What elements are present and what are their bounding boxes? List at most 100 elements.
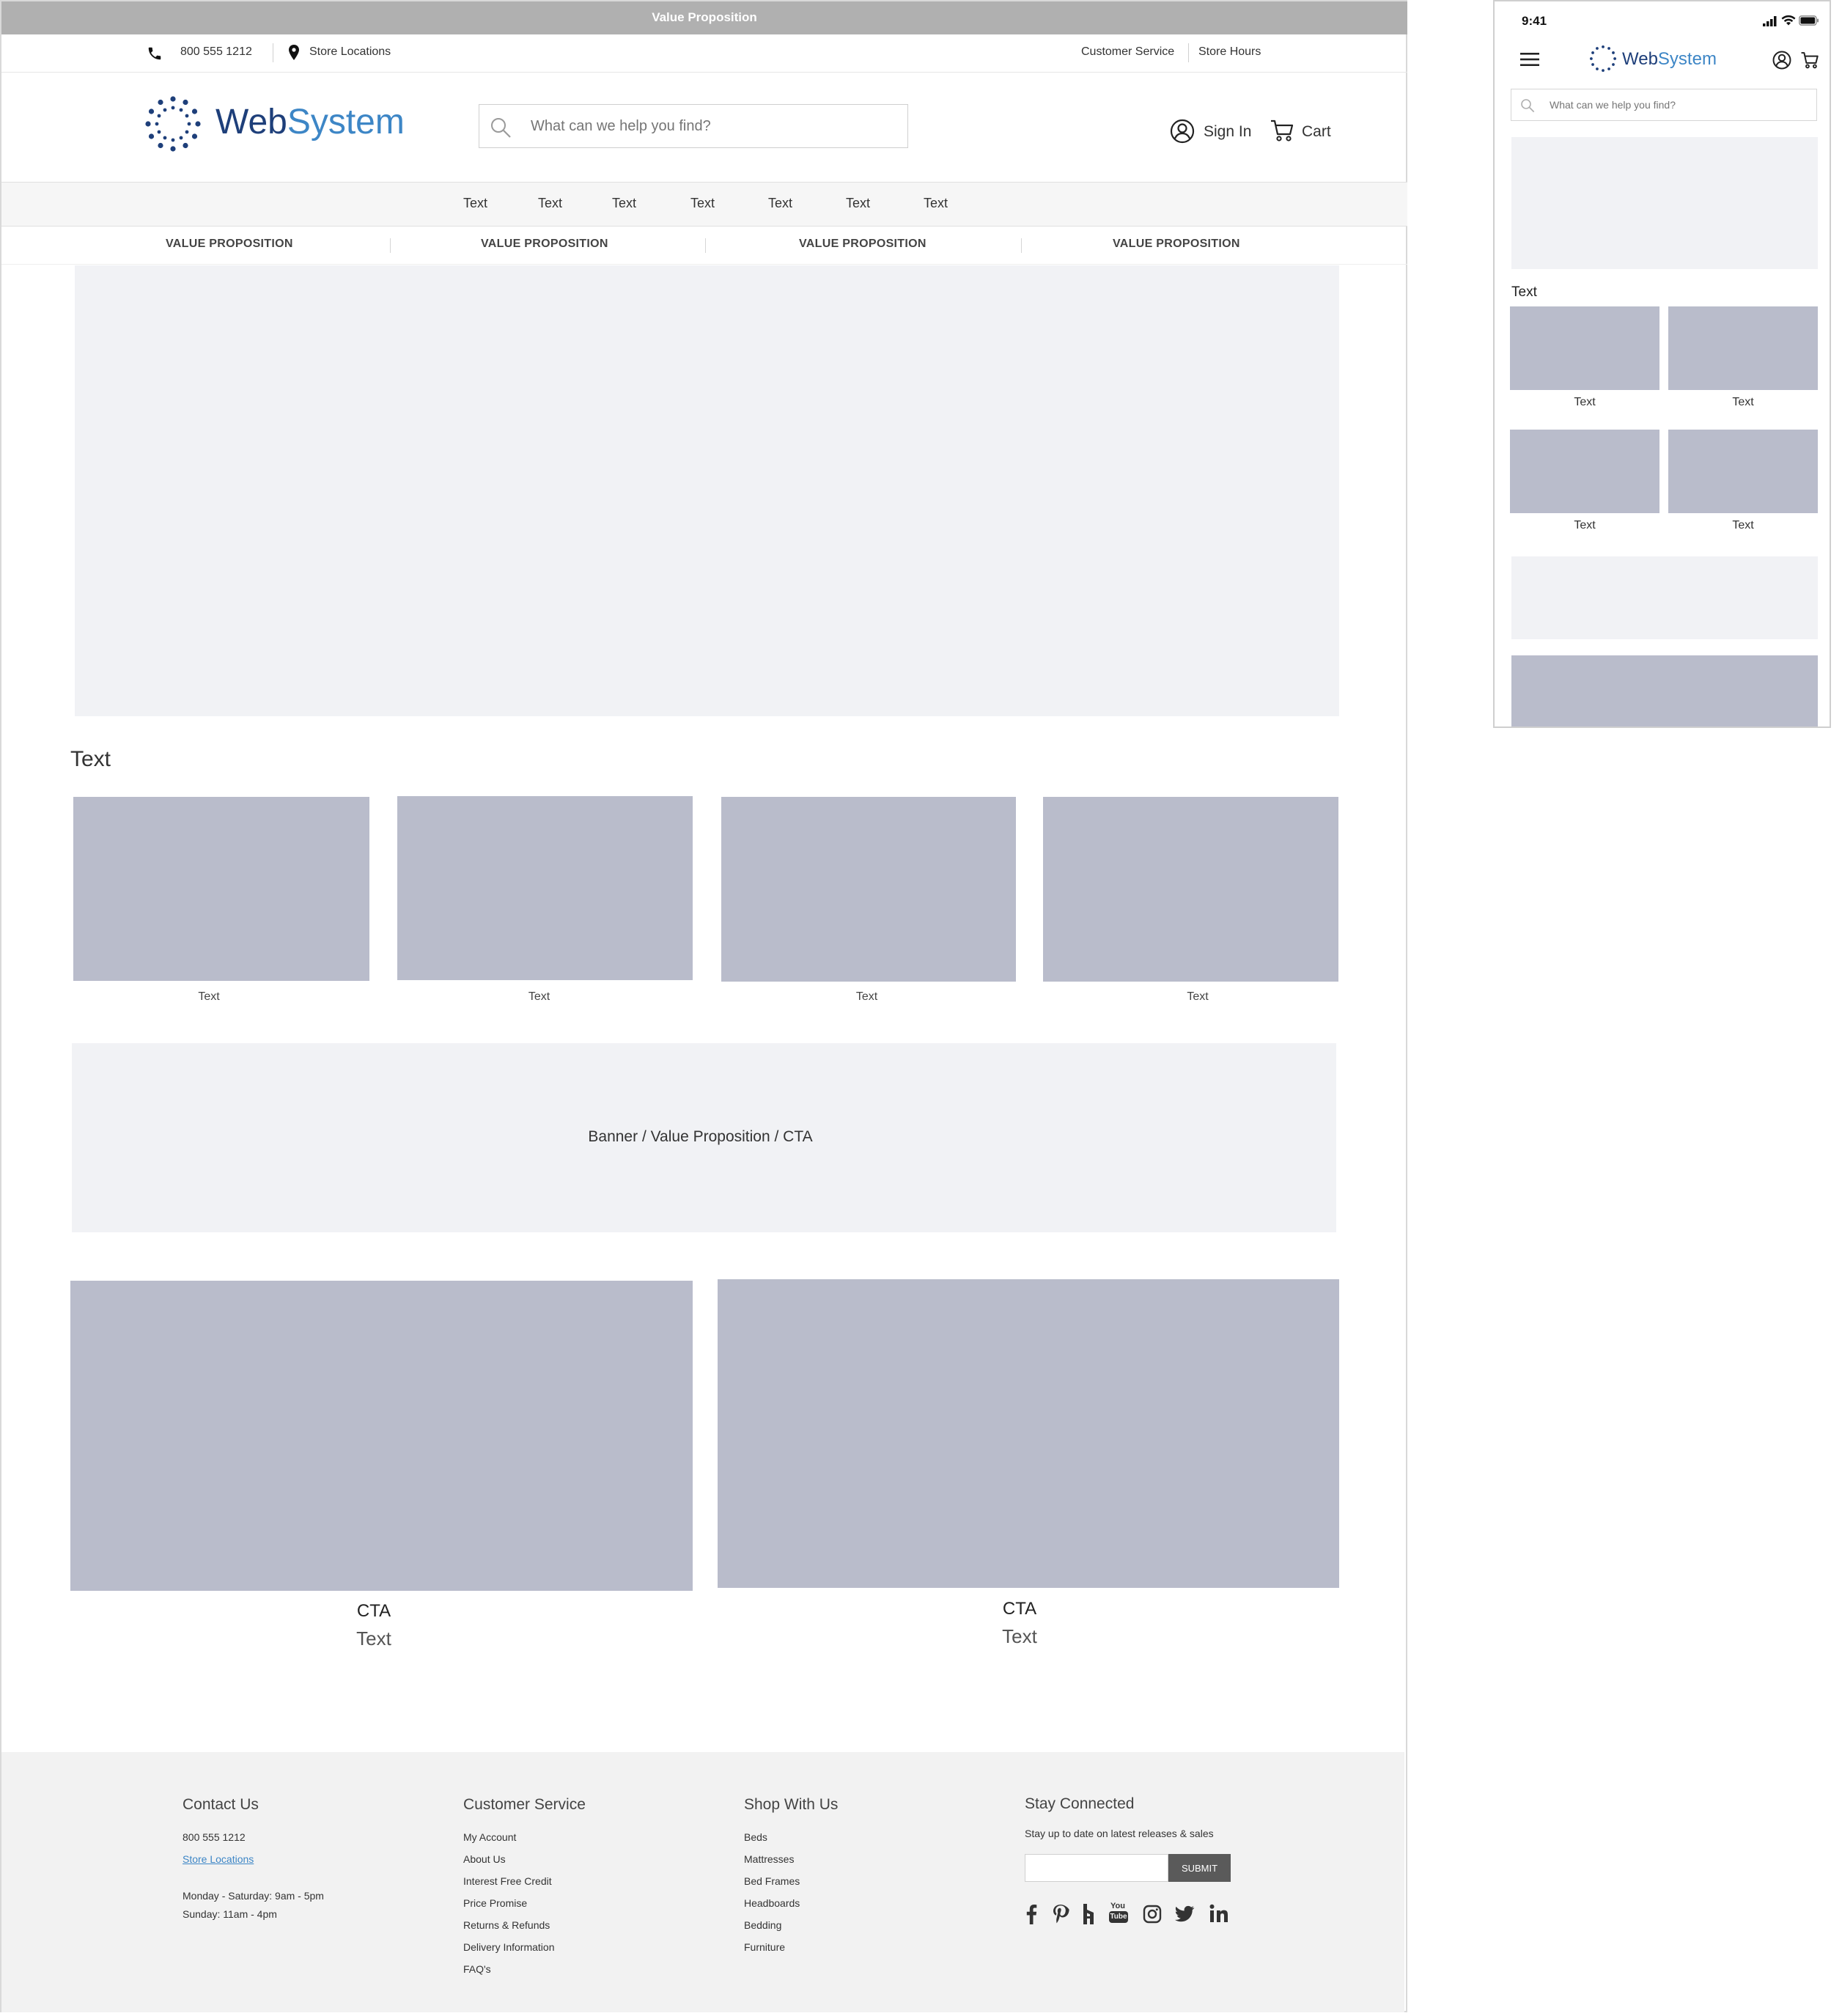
mobile-category-tile-caption: Text bbox=[1574, 396, 1596, 408]
footer-link[interactable]: FAQ's bbox=[463, 1963, 491, 1975]
footer-link[interactable]: Mattresses bbox=[744, 1853, 794, 1865]
search-input[interactable] bbox=[529, 112, 896, 140]
nav-item[interactable]: Text bbox=[924, 196, 948, 211]
hero-image-placeholder[interactable] bbox=[75, 265, 1339, 716]
promo-cta[interactable]: CTA bbox=[718, 1599, 1322, 1619]
logo-wordmark: WebSystem bbox=[215, 103, 405, 141]
mobile-promo-image[interactable] bbox=[1511, 655, 1818, 726]
logo-wordmark: WebSystem bbox=[1622, 49, 1717, 69]
logo-dots-icon bbox=[1590, 45, 1616, 72]
mobile-websystem-logo[interactable]: WebSystem bbox=[1590, 45, 1722, 73]
search-box[interactable] bbox=[479, 104, 908, 148]
footer-hours: Sunday: 11am - 4pm bbox=[183, 1908, 277, 1920]
linkedin-icon[interactable] bbox=[1209, 1904, 1228, 1923]
mobile-category-tile-image[interactable] bbox=[1668, 306, 1818, 390]
websystem-logo[interactable]: WebSystem bbox=[145, 96, 405, 155]
footer-link[interactable]: Delivery Information bbox=[463, 1941, 555, 1953]
value-proposition-bar: VALUE PROPOSITION VALUE PROPOSITION VALU… bbox=[1, 227, 1407, 265]
twitter-icon[interactable] bbox=[1174, 1905, 1195, 1923]
mobile-category-tile-caption: Text bbox=[1732, 519, 1754, 531]
newsletter-submit-button[interactable]: SUBMIT bbox=[1168, 1854, 1231, 1882]
nav-item[interactable]: Text bbox=[538, 196, 562, 211]
promo-image[interactable] bbox=[70, 1281, 693, 1591]
nav-item[interactable]: Text bbox=[690, 196, 715, 211]
nav-item[interactable]: Text bbox=[846, 196, 870, 211]
main-header: WebSystem Sign In Cart bbox=[1, 73, 1407, 183]
promo-bar: Value Proposition bbox=[1, 1, 1407, 34]
footer-link[interactable]: My Account bbox=[463, 1831, 516, 1843]
section-title: Text bbox=[70, 747, 111, 771]
cart-icon[interactable] bbox=[1800, 51, 1819, 70]
footer-hours: Monday - Saturday: 9am - 5pm bbox=[183, 1890, 324, 1902]
youtube-icon[interactable]: You Tube bbox=[1109, 1902, 1128, 1925]
footer-phone: 800 555 1212 bbox=[183, 1831, 246, 1843]
footer-link[interactable]: Price Promise bbox=[463, 1897, 527, 1909]
footer-store-locations-link[interactable]: Store Locations bbox=[183, 1853, 254, 1865]
category-tile-image[interactable] bbox=[73, 797, 369, 981]
phone-icon bbox=[147, 45, 163, 62]
footer-link[interactable]: Furniture bbox=[744, 1941, 785, 1953]
promo-cta[interactable]: CTA bbox=[70, 1601, 677, 1622]
mobile-category-tile-image[interactable] bbox=[1510, 306, 1659, 390]
footer-link[interactable]: Bed Frames bbox=[744, 1875, 800, 1887]
nav-item[interactable]: Text bbox=[768, 196, 792, 211]
phone-link[interactable]: 800 555 1212 bbox=[180, 45, 252, 59]
pinterest-icon[interactable] bbox=[1052, 1904, 1069, 1924]
signal-icon bbox=[1763, 16, 1779, 26]
mobile-search-box[interactable] bbox=[1511, 89, 1817, 121]
footer-link[interactable]: Headboards bbox=[744, 1897, 800, 1909]
sign-in-label: Sign In bbox=[1204, 123, 1252, 140]
category-tile-image[interactable] bbox=[1043, 797, 1338, 982]
promo-text: Text bbox=[1002, 1625, 1037, 1647]
category-tile-image[interactable] bbox=[721, 797, 1016, 982]
mobile-category-tile-caption: Text bbox=[1732, 396, 1754, 408]
vp-divider bbox=[705, 238, 706, 253]
mobile-category-tile-image[interactable] bbox=[1510, 430, 1659, 513]
hamburger-menu-icon[interactable] bbox=[1520, 52, 1539, 67]
category-tile-image[interactable] bbox=[397, 796, 693, 980]
mobile-search-input[interactable] bbox=[1548, 95, 1805, 114]
utility-bar: 800 555 1212 Store Locations Customer Se… bbox=[1, 34, 1407, 73]
category-tile-caption: Text bbox=[198, 990, 220, 1003]
mobile-section-title: Text bbox=[1511, 284, 1537, 300]
newsletter-email-input[interactable] bbox=[1025, 1854, 1168, 1882]
mobile-category-tile-caption: Text bbox=[1574, 519, 1596, 531]
nav-item[interactable]: Text bbox=[463, 196, 487, 211]
mobile-banner-placeholder[interactable] bbox=[1511, 556, 1818, 639]
footer: Contact Us 800 555 1212 Store Locations … bbox=[1, 1752, 1404, 2012]
category-tile-caption: Text bbox=[855, 990, 878, 1003]
promo-banner[interactable]: Banner / Value Proposition / CTA bbox=[72, 1043, 1336, 1232]
mobile-hero-placeholder[interactable] bbox=[1511, 137, 1818, 269]
value-proposition: VALUE PROPOSITION bbox=[799, 238, 926, 250]
promo-image[interactable] bbox=[718, 1279, 1339, 1588]
instagram-icon[interactable] bbox=[1143, 1905, 1162, 1924]
logo-dots-icon bbox=[145, 96, 201, 152]
category-tile-caption: Text bbox=[528, 990, 550, 1003]
footer-contact-title: Contact Us bbox=[183, 1796, 259, 1813]
footer-link[interactable]: Returns & Refunds bbox=[463, 1919, 550, 1931]
houzz-icon[interactable] bbox=[1082, 1903, 1095, 1925]
battery-icon bbox=[1799, 15, 1819, 26]
mobile-category-tile-image[interactable] bbox=[1668, 430, 1818, 513]
value-proposition: VALUE PROPOSITION bbox=[481, 238, 608, 250]
nav-item[interactable]: Text bbox=[612, 196, 636, 211]
customer-service-link[interactable]: Customer Service bbox=[1081, 45, 1174, 59]
footer-stay-connected-title: Stay Connected bbox=[1025, 1795, 1135, 1812]
store-locations-link[interactable]: Store Locations bbox=[309, 45, 391, 59]
user-account-icon[interactable] bbox=[1772, 51, 1791, 70]
location-pin-icon bbox=[287, 44, 301, 62]
search-icon bbox=[490, 117, 512, 139]
facebook-icon[interactable] bbox=[1025, 1904, 1037, 1924]
mobile-page: 9:41 WebSystem Text bbox=[1493, 0, 1831, 728]
search-icon bbox=[1520, 98, 1535, 113]
footer-link[interactable]: Bedding bbox=[744, 1919, 781, 1931]
category-nav: Text Text Text Text Text Text Text bbox=[1, 183, 1407, 227]
store-hours-link[interactable]: Store Hours bbox=[1198, 45, 1261, 59]
footer-link[interactable]: Beds bbox=[744, 1831, 767, 1843]
footer-link[interactable]: Interest Free Credit bbox=[463, 1875, 552, 1887]
footer-link[interactable]: About Us bbox=[463, 1853, 506, 1865]
status-bar-time: 9:41 bbox=[1522, 14, 1547, 28]
category-tile-caption: Text bbox=[1187, 990, 1209, 1003]
promo-bar-text: Value Proposition bbox=[652, 10, 757, 24]
promo-text: Text bbox=[356, 1627, 391, 1649]
